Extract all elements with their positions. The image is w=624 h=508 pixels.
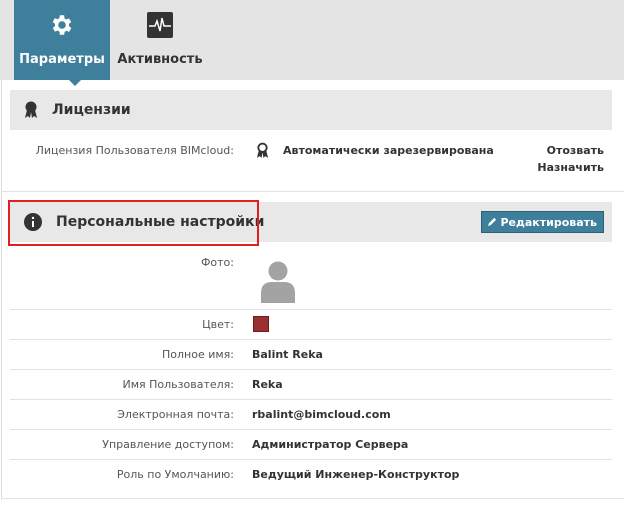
field-label: Роль по Умолчанию: — [116, 468, 234, 481]
field-value: Reka — [252, 378, 283, 391]
assign-link[interactable]: Назначить — [537, 161, 604, 174]
divider — [1, 191, 624, 192]
avatar — [260, 260, 296, 307]
award-icon — [256, 142, 269, 163]
section-title: Лицензии — [52, 102, 131, 118]
license-label: Лицензия Пользователя BIMcloud: — [35, 144, 234, 157]
license-value: Автоматически зарезервирована — [283, 144, 494, 157]
field-label: Имя Пользователя: — [122, 378, 235, 391]
gear-icon — [52, 15, 72, 35]
revoke-link[interactable]: Отозвать — [547, 144, 604, 157]
color-swatch — [253, 316, 269, 332]
field-label: Полное имя: — [162, 348, 234, 361]
tab-activity[interactable]: Активность — [112, 0, 208, 80]
photo-label: Фото: — [200, 256, 234, 269]
field-value: Balint Reka — [252, 348, 323, 361]
award-icon — [24, 101, 38, 119]
licenses-header: Лицензии — [10, 90, 612, 130]
divider — [10, 429, 612, 430]
tab-label: Параметры — [19, 52, 105, 67]
content-panel — [1, 80, 624, 500]
field-label: Электронная почта: — [117, 408, 234, 421]
field-value: rbalint@bimcloud.com — [252, 408, 391, 421]
divider — [10, 339, 612, 340]
divider — [1, 498, 624, 499]
activity-icon — [147, 12, 173, 38]
divider — [10, 309, 612, 310]
divider — [10, 369, 612, 370]
color-label: Цвет: — [202, 318, 234, 331]
pencil-icon — [488, 216, 497, 229]
edit-label: Редактировать — [500, 215, 597, 229]
field-label: Управление доступом: — [102, 438, 234, 451]
tab-label: Активность — [117, 52, 203, 67]
divider — [10, 459, 612, 460]
tab-parameters[interactable]: Параметры — [14, 0, 110, 86]
edit-button[interactable]: Редактировать — [481, 211, 604, 233]
field-value: Ведущий Инженер-Конструктор — [252, 468, 460, 481]
tab-bar: Параметры Активность — [0, 0, 624, 86]
highlight-box — [8, 200, 259, 246]
field-value: Администратор Сервера — [252, 438, 409, 451]
divider — [10, 399, 612, 400]
